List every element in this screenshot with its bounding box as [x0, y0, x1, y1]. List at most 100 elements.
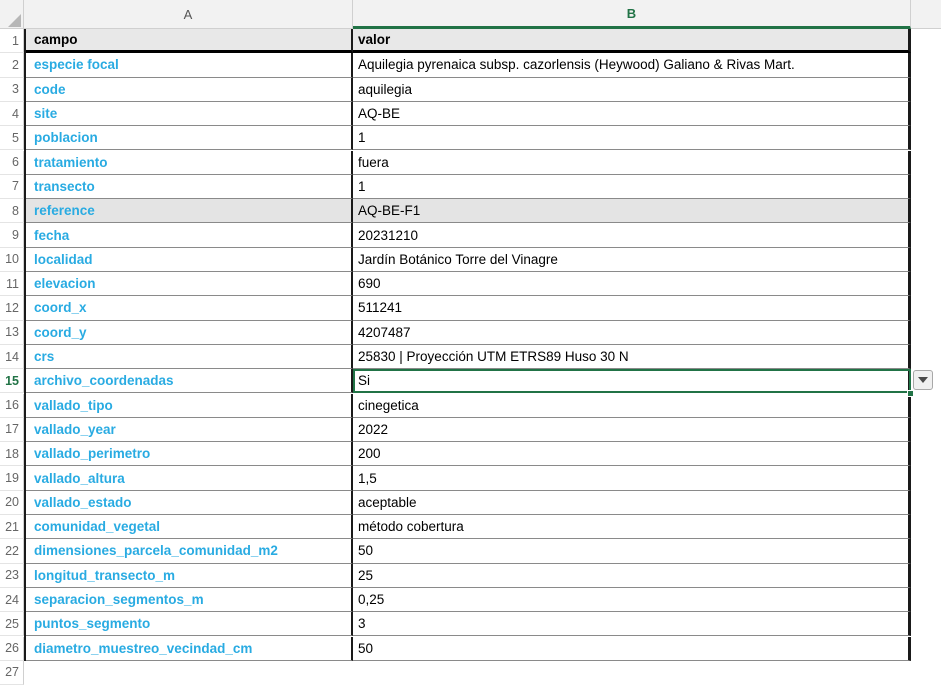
cell-a22[interactable]: dimensiones_parcela_comunidad_m2: [24, 539, 353, 563]
cell-b15[interactable]: Si: [353, 369, 911, 393]
cell-b13[interactable]: 4207487: [353, 321, 911, 345]
cell-b4[interactable]: AQ-BE: [353, 102, 911, 126]
cell-b7[interactable]: 1: [353, 175, 911, 199]
cell-b22[interactable]: 50: [353, 539, 911, 563]
cell-b25[interactable]: 3: [353, 612, 911, 636]
cell-a20[interactable]: vallado_estado: [24, 491, 353, 515]
cell-b23[interactable]: 25: [353, 564, 911, 588]
field-label: code: [34, 82, 66, 97]
cell-b26[interactable]: 50: [353, 637, 911, 661]
cell-a21[interactable]: comunidad_vegetal: [24, 515, 353, 539]
cell-b24[interactable]: 0,25: [353, 588, 911, 612]
cell-a18[interactable]: vallado_perimetro: [24, 442, 353, 466]
row-number-label: 13: [5, 325, 19, 339]
cell-a26[interactable]: diametro_muestreo_vecindad_cm: [24, 637, 353, 661]
field-value: 3: [358, 616, 366, 631]
row-header-13[interactable]: 13: [0, 321, 24, 345]
cell-b3[interactable]: aquilegia: [353, 78, 911, 102]
cell-b6[interactable]: fuera: [353, 151, 911, 175]
row-header-18[interactable]: 18: [0, 442, 24, 466]
cell-a12[interactable]: coord_x: [24, 296, 353, 320]
cell-a19[interactable]: vallado_altura: [24, 466, 353, 490]
row-header-27[interactable]: 27: [0, 661, 24, 685]
cell-a3[interactable]: code: [24, 78, 353, 102]
row-header-1[interactable]: 1: [0, 29, 24, 53]
cell-a13[interactable]: coord_y: [24, 321, 353, 345]
field-label: archivo_coordenadas: [34, 373, 174, 388]
row-header-26[interactable]: 26: [0, 637, 24, 661]
row-header-9[interactable]: 9: [0, 223, 24, 247]
cell-b5[interactable]: 1: [353, 126, 911, 150]
chevron-down-icon: [918, 377, 928, 383]
cell-a4[interactable]: site: [24, 102, 353, 126]
cell-a10[interactable]: localidad: [24, 248, 353, 272]
row-header-5[interactable]: 5: [0, 126, 24, 150]
row-header-3[interactable]: 3: [0, 78, 24, 102]
row-number-label: 4: [12, 107, 19, 121]
cell-a9[interactable]: fecha: [24, 223, 353, 247]
cell-a24[interactable]: separacion_segmentos_m: [24, 588, 353, 612]
cell-b9[interactable]: 20231210: [353, 223, 911, 247]
field-value: aceptable: [358, 495, 417, 510]
cell-b11[interactable]: 690: [353, 272, 911, 296]
cell-a25[interactable]: puntos_segmento: [24, 612, 353, 636]
cell-b1[interactable]: valor: [353, 29, 911, 53]
row-header-7[interactable]: 7: [0, 175, 24, 199]
cell-b2[interactable]: Aquilegia pyrenaica subsp. cazorlensis (…: [353, 53, 911, 77]
select-all-corner[interactable]: [0, 0, 24, 29]
cell-a8[interactable]: reference: [24, 199, 353, 223]
cell-a2[interactable]: especie focal: [24, 53, 353, 77]
data-validation-dropdown-button[interactable]: [913, 370, 933, 390]
row-header-17[interactable]: 17: [0, 418, 24, 442]
row-header-19[interactable]: 19: [0, 466, 24, 490]
table-left-border: [24, 29, 26, 661]
row-header-11[interactable]: 11: [0, 272, 24, 296]
row-header-4[interactable]: 4: [0, 102, 24, 126]
row-number-label: 21: [5, 520, 19, 534]
cell-a5[interactable]: poblacion: [24, 126, 353, 150]
cell-b12[interactable]: 511241: [353, 296, 911, 320]
cell-b18[interactable]: 200: [353, 442, 911, 466]
cell-b14[interactable]: 25830 | Proyección UTM ETRS89 Huso 30 N: [353, 345, 911, 369]
cell-a1[interactable]: campo: [24, 29, 353, 53]
field-label: fecha: [34, 228, 69, 243]
fill-handle[interactable]: [907, 390, 914, 397]
cell-a6[interactable]: tratamiento: [24, 151, 353, 175]
row-header-6[interactable]: 6: [0, 151, 24, 175]
cell-a7[interactable]: transecto: [24, 175, 353, 199]
column-header-b[interactable]: B: [353, 0, 911, 29]
cell-a23[interactable]: longitud_transecto_m: [24, 564, 353, 588]
cell-a15[interactable]: archivo_coordenadas: [24, 369, 353, 393]
cell-a17[interactable]: vallado_year: [24, 418, 353, 442]
column-header-b-label: B: [627, 6, 637, 21]
row-header-25[interactable]: 25: [0, 612, 24, 636]
row-header-12[interactable]: 12: [0, 296, 24, 320]
row-header-24[interactable]: 24: [0, 588, 24, 612]
row-number-label: 10: [5, 252, 19, 266]
row-header-21[interactable]: 21: [0, 515, 24, 539]
row-number-label: 1: [12, 34, 19, 48]
cell-b8[interactable]: AQ-BE-F1: [353, 199, 911, 223]
row-header-23[interactable]: 23: [0, 564, 24, 588]
cell-a16[interactable]: vallado_tipo: [24, 394, 353, 418]
row-header-14[interactable]: 14: [0, 345, 24, 369]
cell-b16[interactable]: cinegetica: [353, 394, 911, 418]
cell-b20[interactable]: aceptable: [353, 491, 911, 515]
cell-b17[interactable]: 2022: [353, 418, 911, 442]
field-label: coord_x: [34, 300, 87, 315]
row-header-20[interactable]: 20: [0, 491, 24, 515]
row-header-16[interactable]: 16: [0, 394, 24, 418]
row-header-8[interactable]: 8: [0, 199, 24, 223]
column-header-a[interactable]: A: [24, 0, 353, 29]
row-header-10[interactable]: 10: [0, 248, 24, 272]
row-header-22[interactable]: 22: [0, 539, 24, 563]
cell-b19[interactable]: 1,5: [353, 466, 911, 490]
cell-a14[interactable]: crs: [24, 345, 353, 369]
cell-b10[interactable]: Jardín Botánico Torre del Vinagre: [353, 248, 911, 272]
row-header-2[interactable]: 2: [0, 53, 24, 77]
field-value: método cobertura: [358, 519, 464, 534]
row-header-15[interactable]: 15: [0, 369, 24, 393]
row-number-label: 2: [12, 58, 19, 72]
cell-a11[interactable]: elevacion: [24, 272, 353, 296]
cell-b21[interactable]: método cobertura: [353, 515, 911, 539]
